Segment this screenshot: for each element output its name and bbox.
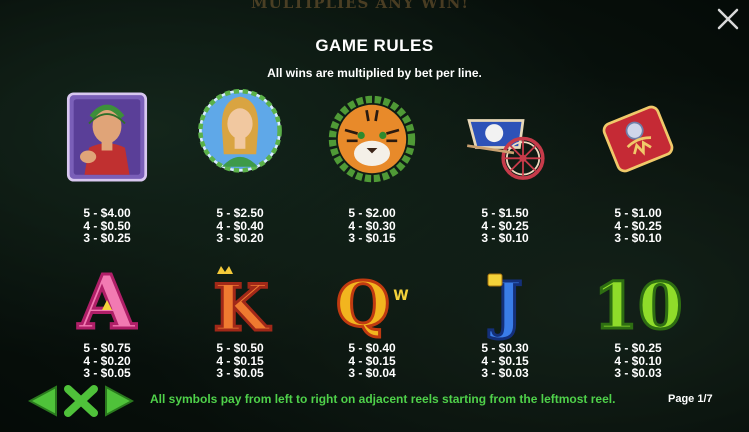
- paytable-values: 5 - $4.00 4 - $0.50 3 - $0.25: [52, 207, 162, 245]
- next-page-button[interactable]: [104, 385, 135, 422]
- pay-3: 3 - $0.10: [614, 231, 662, 246]
- paytable-values: 5 - $0.25 4 - $0.10 3 - $0.03: [583, 342, 693, 380]
- pay-5: 5 - $0.40: [348, 341, 396, 355]
- svg-text:W: W: [393, 288, 408, 304]
- svg-text:Q: Q: [336, 268, 390, 341]
- previous-page-button[interactable]: [27, 385, 58, 422]
- ace-symbol-icon: A: [76, 259, 139, 345]
- pay-3: 3 - $0.15: [348, 231, 396, 246]
- pay-3: 3 - $0.20: [216, 231, 264, 246]
- close-button[interactable]: [715, 8, 741, 34]
- tiger-symbol-icon: [328, 95, 416, 183]
- queen-symbol-icon: Q W: [334, 267, 408, 343]
- x-close-icon: [64, 385, 98, 417]
- chariot-symbol-icon: [466, 119, 545, 180]
- page-indicator: Page 1/7: [668, 393, 713, 405]
- paytable-values: 5 - $0.75 4 - $0.20 3 - $0.05: [52, 342, 162, 380]
- paytable-values: 5 - $0.40 4 - $0.15 3 - $0.04: [317, 342, 427, 380]
- close-icon: [717, 8, 739, 30]
- close-rules-button[interactable]: [64, 385, 98, 422]
- svg-text:K: K: [213, 271, 271, 344]
- arrow-left-icon: [27, 385, 57, 417]
- ten-symbol-icon: 10: [593, 268, 683, 345]
- king-symbol-icon: K: [212, 266, 273, 344]
- pay-5: 5 - $0.75: [83, 341, 131, 355]
- svg-text:10: 10: [593, 269, 682, 344]
- pay-3: 3 - $0.05: [83, 366, 131, 381]
- pay-rule-text: All symbols pay from left to right on ad…: [150, 392, 616, 406]
- pay-3: 3 - $0.03: [614, 366, 662, 381]
- paytable-values: 5 - $2.50 4 - $0.40 3 - $0.20: [185, 207, 295, 245]
- pay-5: 5 - $4.00: [83, 206, 131, 220]
- background-banner: MULTIPLIES ANY WIN!: [251, 0, 469, 12]
- pay-5: 5 - $0.50: [216, 341, 264, 355]
- pay-5: 5 - $0.25: [614, 341, 662, 355]
- paytable-values: 5 - $0.30 4 - $0.15 3 - $0.03: [450, 342, 560, 380]
- jack-symbol-icon: J: [487, 267, 524, 343]
- pay-5: 5 - $1.50: [481, 206, 529, 220]
- pay-5: 5 - $0.30: [481, 341, 529, 355]
- pay-3: 3 - $0.10: [481, 231, 529, 246]
- paytable-values: 5 - $0.50 4 - $0.15 3 - $0.05: [185, 342, 295, 380]
- pay-5: 5 - $2.00: [348, 206, 396, 220]
- pay-3: 3 - $0.04: [348, 366, 396, 381]
- shield-symbol-icon: [602, 105, 674, 173]
- pay-3: 3 - $0.05: [216, 366, 264, 381]
- pay-5: 5 - $2.50: [216, 206, 264, 220]
- goddess-symbol-icon: [198, 88, 282, 173]
- pay-3: 3 - $0.03: [481, 366, 529, 381]
- paytable-values: 5 - $1.50 4 - $0.25 3 - $0.10: [450, 207, 560, 245]
- pay-5: 5 - $1.00: [614, 206, 662, 220]
- page-title: GAME RULES: [315, 36, 434, 55]
- paytable-values: 5 - $1.00 4 - $0.25 3 - $0.10: [583, 207, 693, 245]
- caesar-symbol-icon: [66, 92, 148, 182]
- arrow-right-icon: [105, 385, 135, 417]
- page-subtitle: All wins are multiplied by bet per line.: [267, 66, 482, 80]
- pay-3: 3 - $0.25: [83, 231, 131, 246]
- paytable-values: 5 - $2.00 4 - $0.30 3 - $0.15: [317, 207, 427, 245]
